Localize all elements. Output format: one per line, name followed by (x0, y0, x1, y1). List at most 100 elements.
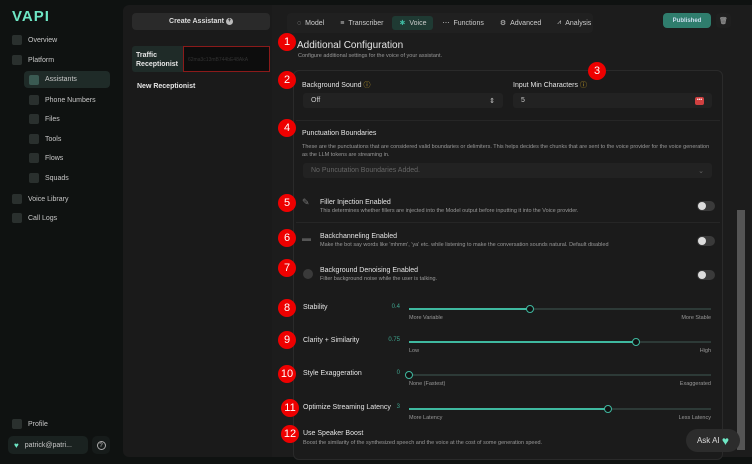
label: Overview (28, 36, 58, 44)
slider-fill (409, 308, 530, 310)
chart-icon: ⩘ (557, 19, 562, 26)
slider-value: 0.4 (391, 304, 400, 310)
slider-thumb[interactable] (631, 338, 640, 346)
speaker-boost-title: Use Speaker Boost (303, 430, 364, 437)
sidebar-item-voice-library[interactable]: Voice Library (12, 194, 68, 204)
sidebar-item-files[interactable]: Files (29, 114, 60, 124)
toggle-title: Background Denoising Enabled (320, 267, 419, 274)
slider-thumb[interactable] (405, 371, 413, 379)
functions-icon: ⋯ (442, 20, 450, 27)
trash-icon: 🗑 (719, 17, 728, 25)
assistant-name: Traffic Receptionist (136, 52, 179, 68)
slider-min-label: More Variable (409, 315, 443, 321)
file-icon (29, 114, 39, 124)
punctuation-desc: These are the punctuations that are cons… (302, 144, 710, 158)
backchanneling-toggle[interactable] (697, 236, 715, 246)
slider-track[interactable] (409, 405, 711, 413)
assistant-item-traffic-receptionist[interactable]: Traffic Receptionist 62ma3c13mB744bE48Ak… (132, 46, 270, 72)
sidebar-item-call-logs[interactable]: Call Logs (12, 213, 57, 223)
annotation-badge: 7 (278, 259, 296, 277)
slider-label: Style Exaggeration (303, 370, 362, 377)
sidebar-item-tools[interactable]: Tools (29, 134, 61, 144)
annotation-badge: 12 (281, 425, 299, 443)
input-min-field[interactable]: 5 ••• (513, 93, 712, 108)
ask-ai-button[interactable]: Ask AI ♥ (686, 429, 740, 452)
tab-bar: ◌ Model ≡ Transcriber ✱ Voice ⋯ Functions ⚙ A… (287, 13, 593, 33)
annotation-badge: 2 (278, 71, 296, 89)
tab-model[interactable]: ◌ Model (290, 17, 331, 30)
user-email: patrick@patri... (24, 441, 72, 449)
updown-icon: ⇕ (489, 97, 495, 105)
account-switcher[interactable]: ♥ patrick@patri... (8, 436, 88, 454)
plus-icon: + (225, 18, 233, 25)
sidebar-item-flows[interactable]: Flows (29, 153, 63, 163)
transcriber-icon: ≡ (340, 19, 345, 27)
help-button[interactable]: ? (92, 436, 110, 454)
toggle-desc: Make the bot say words like 'mhmm', 'ya'… (320, 242, 609, 248)
tab-advanced[interactable]: ⚙ Advanced (493, 16, 548, 30)
value: 5 (521, 97, 525, 104)
platform-icon (12, 55, 22, 65)
tools-icon (29, 134, 39, 144)
slider-thumb[interactable] (604, 405, 613, 413)
annotation-badge: 10 (278, 365, 296, 383)
speaker-boost-desc: Boost the similarity of the synthesized … (303, 440, 543, 446)
chevron-down-icon: ⌄ (698, 167, 704, 175)
slider-track[interactable] (405, 371, 711, 379)
delete-button[interactable]: 🗑 (716, 13, 731, 28)
label: Advanced (510, 19, 542, 27)
tab-analysis[interactable]: ⩘ Analysis (550, 16, 598, 30)
slider-value: 0 (396, 370, 400, 376)
label: Ask AI (696, 436, 720, 445)
create-assistant-button[interactable]: Create Assistant + (132, 13, 270, 30)
sidebar-item-squads[interactable]: Squads (29, 173, 69, 183)
sidebar-item-overview[interactable]: Overview (12, 35, 57, 45)
label: Assistants (45, 76, 77, 83)
divider (296, 120, 720, 121)
toggle-title: Backchanneling Enabled (320, 233, 398, 240)
label: Analysis (565, 19, 592, 27)
annotation-badge: 1 (278, 33, 296, 51)
label: Functions (453, 19, 484, 27)
background-sound-select[interactable]: Off ⇕ (303, 93, 503, 108)
password-manager-icon[interactable]: ••• (695, 96, 704, 105)
overview-icon (12, 35, 22, 45)
sidebar-item-profile[interactable]: Profile (12, 419, 48, 429)
syringe-icon: ✎ (302, 197, 310, 207)
label: Model (305, 19, 325, 27)
slider-max-label: More Stable (681, 315, 711, 321)
label: Platform (28, 56, 55, 64)
info-icon: ⓘ (579, 82, 587, 89)
sidebar-item-platform[interactable]: Platform (12, 55, 110, 65)
sidebar-item-assistants[interactable]: Assistants (24, 71, 110, 88)
tab-transcriber[interactable]: ≡ Transcriber (333, 17, 390, 30)
filler-injection-toggle[interactable] (697, 201, 715, 211)
annotation-badge: 11 (281, 399, 299, 417)
slider-thumb[interactable] (525, 305, 534, 313)
toggle-desc: Filter background noise while the user i… (320, 276, 438, 282)
slider-track[interactable] (409, 338, 711, 346)
scrollbar-thumb[interactable] (737, 210, 745, 450)
label: Squads (45, 174, 69, 182)
label: Phone Numbers (45, 96, 96, 104)
tab-functions[interactable]: ⋯ Functions (435, 16, 490, 30)
tab-voice[interactable]: ✱ Voice (392, 16, 434, 30)
annotation-badge: 5 (278, 194, 296, 212)
assistant-item-new-receptionist[interactable]: New Receptionist (137, 83, 195, 90)
slider-min-label: More Latency (409, 415, 443, 421)
divider (296, 222, 720, 223)
published-button[interactable]: Published (663, 13, 711, 28)
flows-icon (29, 153, 39, 163)
section-title: Additional Configuration (297, 40, 404, 51)
punctuation-select[interactable]: No Puncutation Boundaries Added. ⌄ (303, 163, 712, 178)
slider-min-label: None (Fastest) (409, 381, 446, 387)
user-icon (12, 419, 22, 429)
slider-track[interactable] (409, 305, 711, 313)
label: Tools (45, 135, 62, 143)
vapi-logo: VAPI (12, 8, 50, 25)
denoising-toggle[interactable] (697, 270, 715, 280)
section-subtitle: Configure additional settings for the vo… (298, 53, 442, 59)
annotation-badge: 9 (278, 331, 296, 349)
placeholder: No Puncutation Boundaries Added. (311, 167, 420, 174)
sidebar-item-phone-numbers[interactable]: Phone Numbers (29, 95, 96, 105)
